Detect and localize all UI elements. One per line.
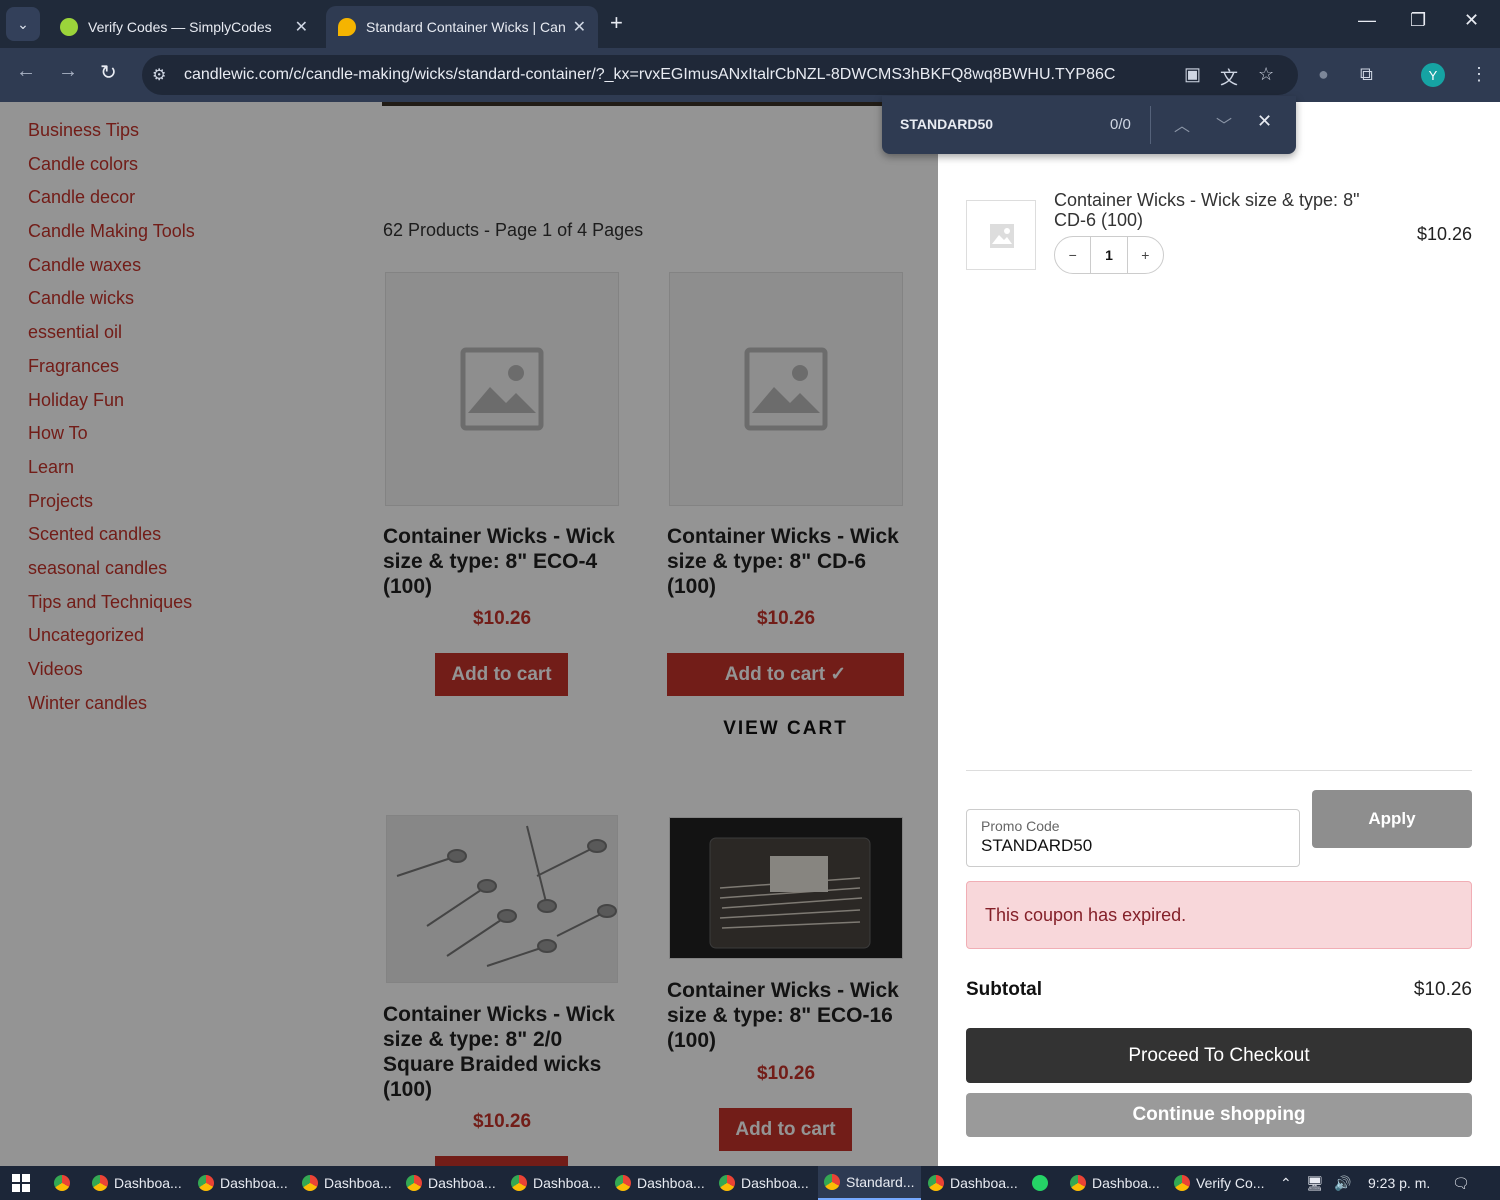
taskbar-window[interactable]: Verify Co... bbox=[1174, 1166, 1264, 1200]
tray-chevron-icon[interactable]: ⌃ bbox=[1280, 1175, 1292, 1192]
chrome-icon bbox=[719, 1175, 735, 1191]
divider bbox=[966, 770, 1472, 771]
quantity-stepper: − 1 + bbox=[1054, 236, 1164, 274]
back-icon[interactable]: ← bbox=[16, 60, 36, 83]
cart-item-image bbox=[966, 200, 1036, 270]
chrome-icon bbox=[198, 1175, 214, 1191]
chrome-icon bbox=[406, 1175, 422, 1191]
simplycodes-favicon-icon bbox=[60, 18, 78, 36]
chrome-icon bbox=[54, 1175, 70, 1191]
tab-search-button[interactable]: ⌄ bbox=[6, 7, 40, 41]
subtotal-label: Subtotal bbox=[966, 979, 1042, 1000]
forward-icon[interactable]: → bbox=[58, 60, 78, 83]
taskbar-window-active[interactable]: Standard... bbox=[818, 1166, 921, 1200]
taskbar-window[interactable]: Dashboa... bbox=[92, 1166, 182, 1200]
translate-icon[interactable]: 文 bbox=[1220, 64, 1238, 90]
chrome-icon bbox=[92, 1175, 108, 1191]
close-tab-icon[interactable]: ✕ bbox=[295, 17, 308, 37]
chrome-icon bbox=[928, 1175, 944, 1191]
close-tab-icon[interactable]: ✕ bbox=[573, 17, 586, 37]
minimize-icon[interactable]: — bbox=[1358, 10, 1376, 31]
image-placeholder-icon bbox=[990, 224, 1014, 248]
tab-standard-container-wicks[interactable]: Standard Container Wicks | Can ✕ bbox=[326, 6, 598, 48]
bookmark-star-icon[interactable]: ☆ bbox=[1258, 64, 1274, 85]
chrome-icon bbox=[302, 1175, 318, 1191]
windows-taskbar: Dashboa... Dashboa... Dashboa... Dashboa… bbox=[0, 1166, 1500, 1200]
taskbar-window[interactable]: Dashboa... bbox=[928, 1166, 1018, 1200]
windows-start-icon[interactable] bbox=[12, 1174, 30, 1192]
subtotal-value: $10.26 bbox=[1413, 979, 1472, 1000]
volume-icon[interactable]: 🔊 bbox=[1334, 1175, 1351, 1192]
network-icon[interactable]: 🖥 bbox=[1306, 1175, 1324, 1192]
tab-strip: ⌄ Verify Codes — SimplyCodes ✕ Standard … bbox=[0, 0, 1500, 48]
candlewic-favicon-icon bbox=[338, 18, 356, 36]
taskbar-window[interactable]: Dashboa... bbox=[615, 1166, 705, 1200]
restore-icon[interactable]: ❐ bbox=[1410, 10, 1426, 31]
promo-code-field[interactable]: Promo Code bbox=[966, 809, 1300, 867]
new-tab-icon[interactable]: + bbox=[610, 10, 623, 36]
increase-quantity-button[interactable]: + bbox=[1128, 247, 1163, 263]
quantity-value[interactable]: 1 bbox=[1090, 236, 1128, 274]
tab-verify-codes[interactable]: Verify Codes — SimplyCodes ✕ bbox=[48, 6, 320, 48]
profile-avatar[interactable]: Y bbox=[1421, 63, 1445, 87]
browser-toolbar: ← → ↻ candlewic.com/c/candle-making/wick… bbox=[0, 48, 1500, 102]
coupon-error-alert: This coupon has expired. bbox=[966, 881, 1472, 949]
promo-code-label: Promo Code bbox=[981, 818, 1060, 834]
decrease-quantity-button[interactable]: − bbox=[1055, 247, 1090, 263]
cart-item-price: $10.26 bbox=[1416, 224, 1472, 244]
close-find-icon[interactable]: ✕ bbox=[1257, 111, 1272, 132]
apply-promo-button[interactable]: Apply bbox=[1312, 790, 1472, 848]
find-previous-icon[interactable]: ︿ bbox=[1174, 112, 1190, 136]
reload-icon[interactable]: ↻ bbox=[100, 60, 117, 85]
whatsapp-icon bbox=[1032, 1175, 1048, 1191]
url-text: candlewic.com/c/candle-making/wicks/stan… bbox=[184, 66, 1116, 83]
taskbar-window[interactable]: Dashboa... bbox=[719, 1166, 809, 1200]
site-info-icon[interactable]: ⚙ bbox=[152, 65, 166, 85]
find-in-page-bar: STANDARD50 0/0 ︿ ﹀ ✕ bbox=[882, 96, 1296, 154]
cart-drawer: Container Wicks - Wick size & type: 8" C… bbox=[938, 102, 1500, 1166]
tab-title: Standard Container Wicks | Can bbox=[366, 19, 565, 35]
chrome-icon bbox=[615, 1175, 631, 1191]
tab-title: Verify Codes — SimplyCodes bbox=[88, 19, 272, 35]
whatsapp-taskbar-icon[interactable] bbox=[1032, 1166, 1054, 1200]
clock[interactable]: 9:23 p. m. bbox=[1368, 1175, 1430, 1191]
find-match-count: 0/0 bbox=[1110, 116, 1131, 133]
address-bar[interactable]: candlewic.com/c/candle-making/wicks/stan… bbox=[142, 55, 1298, 95]
extension-icon[interactable]: ● bbox=[1318, 64, 1329, 85]
divider bbox=[1150, 106, 1151, 144]
chrome-icon bbox=[824, 1174, 840, 1190]
chrome-icon bbox=[1070, 1175, 1086, 1191]
chrome-taskbar-icon[interactable] bbox=[54, 1166, 76, 1200]
taskbar-window[interactable]: Dashboa... bbox=[302, 1166, 392, 1200]
find-next-icon[interactable]: ﹀ bbox=[1216, 112, 1232, 136]
extensions-puzzle-icon[interactable]: ⧉ bbox=[1360, 64, 1373, 85]
menu-kebab-icon[interactable]: ⋮ bbox=[1470, 64, 1488, 85]
proceed-to-checkout-button[interactable]: Proceed To Checkout bbox=[966, 1028, 1472, 1083]
taskbar-window[interactable]: Dashboa... bbox=[406, 1166, 496, 1200]
drawer-backdrop[interactable] bbox=[0, 102, 938, 1166]
taskbar-window[interactable]: Dashboa... bbox=[511, 1166, 601, 1200]
reader-mode-icon[interactable]: ▣ bbox=[1184, 64, 1201, 85]
chrome-icon bbox=[1174, 1175, 1190, 1191]
taskbar-window[interactable]: Dashboa... bbox=[198, 1166, 288, 1200]
close-window-icon[interactable]: ✕ bbox=[1464, 10, 1479, 31]
find-query-input[interactable]: STANDARD50 bbox=[900, 116, 993, 132]
taskbar-window[interactable]: Dashboa... bbox=[1070, 1166, 1160, 1200]
cart-item-title[interactable]: Container Wicks - Wick size & type: 8" C… bbox=[1054, 190, 1394, 230]
continue-shopping-button[interactable]: Continue shopping bbox=[966, 1093, 1472, 1137]
chrome-icon bbox=[511, 1175, 527, 1191]
promo-code-input[interactable] bbox=[981, 836, 1285, 856]
notifications-icon[interactable]: 🗨 bbox=[1452, 1175, 1470, 1192]
